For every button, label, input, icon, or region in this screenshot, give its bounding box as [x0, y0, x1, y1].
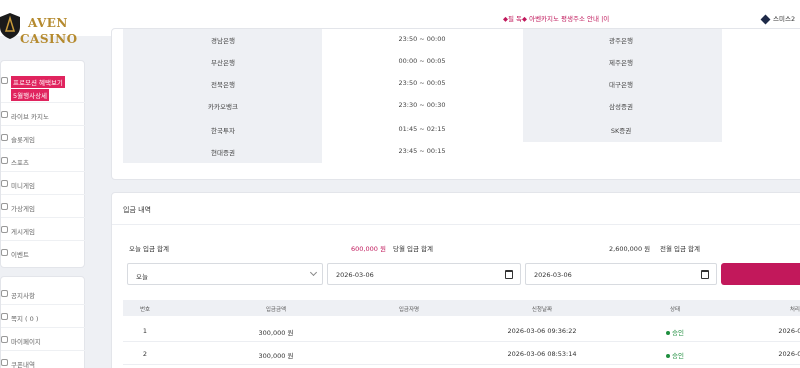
user-badge[interactable]: 스미스2	[760, 13, 796, 24]
period-value: 오늘	[136, 273, 148, 281]
bank-name: 경남은행	[211, 37, 235, 45]
promo-icon	[1, 77, 8, 84]
today-total-label: 오늘 입금 합계	[129, 245, 170, 253]
cell-date: 2026-03-06 09:36:22	[507, 327, 577, 335]
gem-icon	[760, 14, 771, 24]
cell-amount: 300,000 원	[258, 352, 294, 360]
promo-sublabel: 5월행사상세	[11, 89, 50, 101]
start-date-value: 2026-03-06	[336, 271, 374, 279]
vr-icon	[1, 203, 8, 210]
user-name: 스미스2	[773, 15, 796, 23]
card-header: 입금 내역	[112, 193, 800, 225]
sidebar-menu: 프로모션 혜택보기 5월행사상세 라이브 카지노 슬롯게임 스포츠 미니게임 가…	[0, 60, 86, 268]
mail-icon	[1, 313, 8, 320]
col-header-name: 입금자명	[398, 307, 420, 313]
sidebar-item-minigame[interactable]: 미니게임	[1, 173, 86, 195]
promo-item[interactable]: 프로모션 혜택보기 5월행사상세	[1, 71, 86, 103]
col-header-processed: 처리날짜	[789, 307, 800, 313]
sidebar-secondary: 공지사항 쪽지 ( 0 ) 마이페이지 쿠폰내역	[0, 276, 86, 368]
status-badge: 승인	[666, 327, 684, 337]
bank-column-left	[123, 29, 322, 163]
sidebar-item-slot[interactable]: 슬롯게임	[1, 127, 86, 149]
bank-time: 00:00 ~ 00:05	[398, 57, 446, 65]
cell-amount: 300,000 원	[258, 329, 294, 337]
sidebar-item-mypage[interactable]: 마이페이지	[1, 329, 86, 351]
col-header-no: 번호	[139, 307, 151, 313]
month-total-label: 당월 입금 합계	[393, 245, 434, 253]
sidebar-item-sports[interactable]: 스포츠	[1, 150, 86, 172]
status-badge: 승인	[666, 350, 684, 360]
shield-icon	[0, 13, 20, 39]
bank-time: 23:50 ~ 00:00	[398, 35, 446, 43]
table-row	[123, 343, 800, 365]
bank-name: 대구은행	[609, 81, 633, 89]
cell-no: 2	[142, 350, 148, 358]
end-date-input[interactable]: 2026-03-06	[525, 263, 717, 285]
sidebar-item-messages[interactable]: 쪽지 ( 0 )	[1, 306, 86, 328]
period-select[interactable]: 오늘	[127, 263, 323, 285]
game-icon	[1, 180, 8, 187]
bank-name: 한국투자	[211, 127, 235, 135]
cell-no: 1	[142, 327, 148, 335]
brand-name: AVEN	[28, 16, 68, 30]
sidebar-item-notice[interactable]: 공지사항	[1, 283, 86, 305]
chevron-down-icon	[309, 268, 318, 277]
notice-ticker[interactable]: ◆필 독◆ 아벤카지노 평생주소 안내 |이	[503, 13, 609, 23]
board-icon	[1, 226, 8, 233]
bank-time: 23:45 ~ 00:15	[398, 147, 446, 155]
sidebar-item-live-casino[interactable]: 라이브 카지노	[1, 104, 86, 126]
search-button[interactable]	[721, 263, 800, 285]
col-header-date: 신청날짜	[531, 307, 553, 313]
bank-name: 현대증권	[211, 149, 235, 157]
today-total-value: 600,000 원	[351, 245, 386, 253]
coupon-icon	[1, 359, 8, 366]
col-header-status: 상태	[669, 307, 681, 313]
bank-time: 01:45 ~ 02:15	[398, 125, 446, 133]
ball-icon	[1, 157, 8, 164]
gift-icon	[1, 249, 8, 256]
end-date-value: 2026-03-06	[534, 271, 572, 279]
brand-logo[interactable]: AVEN CASINO	[0, 3, 80, 47]
bank-name: SK증권	[610, 127, 632, 135]
slot-icon	[1, 134, 8, 141]
promo-label: 프로모션 혜택보기	[11, 76, 65, 88]
bank-time: 23:50 ~ 00:05	[398, 79, 446, 87]
bank-name: 삼성증권	[609, 103, 633, 111]
sidebar-item-coupons[interactable]: 쿠폰내역	[1, 352, 86, 368]
brand-subtitle: CASINO	[20, 32, 78, 46]
sidebar-item-board-game[interactable]: 게시게임	[1, 219, 86, 241]
calendar-icon[interactable]	[701, 270, 709, 279]
notice-icon	[1, 290, 8, 297]
status-dot-icon	[666, 354, 671, 358]
bank-name: 카카오뱅크	[208, 103, 238, 111]
user-icon	[1, 336, 8, 343]
col-header-amount: 입금금액	[265, 307, 287, 313]
table-header	[123, 300, 800, 316]
month-total-value: 2,600,000 원	[609, 245, 651, 253]
cell-processed: 2026-03	[778, 350, 800, 358]
bank-time: 23:30 ~ 00:30	[398, 101, 446, 109]
bank-name: 광주은행	[609, 37, 633, 45]
table-row	[123, 320, 800, 342]
calendar-icon[interactable]	[505, 270, 513, 279]
cell-date: 2026-03-06 08:53:14	[507, 350, 577, 358]
bank-name: 제주은행	[609, 59, 633, 67]
sidebar-item-event[interactable]: 이벤트	[1, 242, 86, 264]
bank-name: 부산은행	[211, 59, 235, 67]
prev-month-total-label: 전월 입금 합계	[660, 245, 701, 253]
start-date-input[interactable]: 2026-03-06	[327, 263, 521, 285]
sidebar-item-virtual[interactable]: 가상게임	[1, 196, 86, 218]
bank-name: 전북은행	[211, 81, 235, 89]
cell-processed: 2026-03	[778, 327, 800, 335]
status-dot-icon	[666, 331, 671, 335]
dice-icon	[1, 111, 8, 118]
card-title: 입금 내역	[123, 206, 151, 214]
